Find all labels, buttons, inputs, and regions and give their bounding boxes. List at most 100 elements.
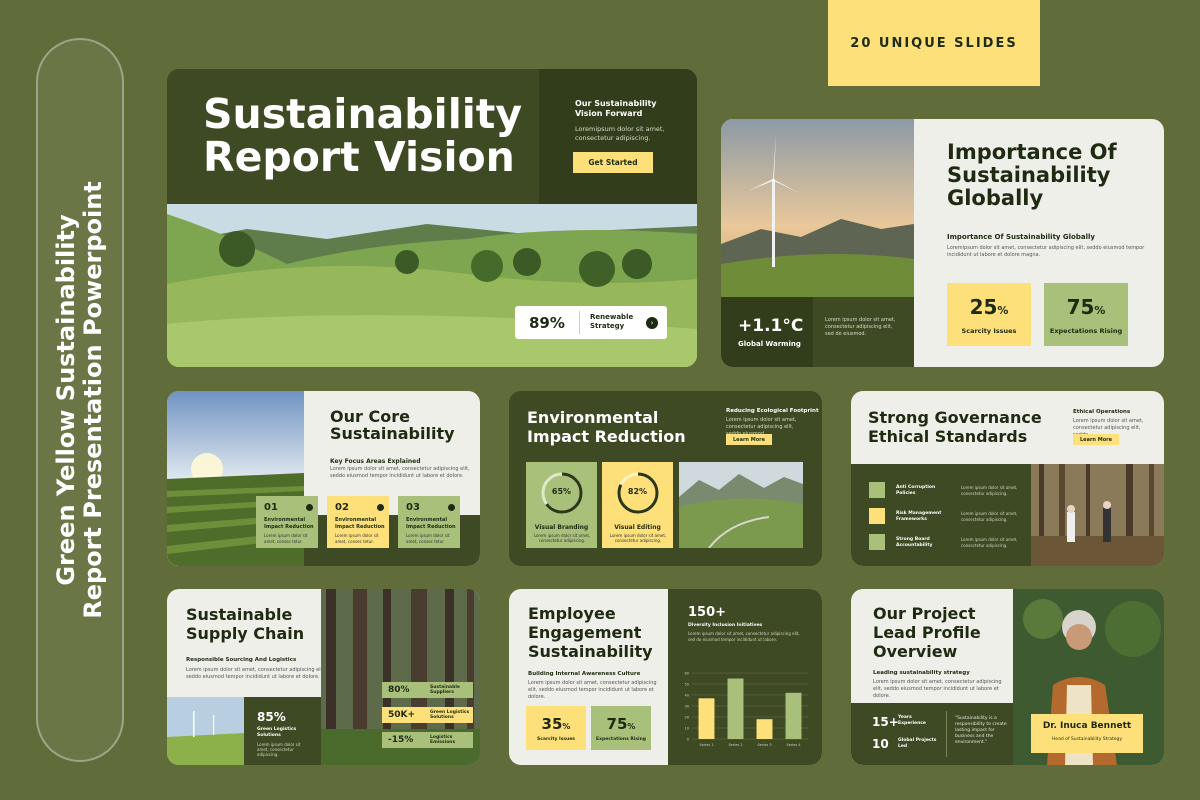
global-warming-label: Global Warming	[738, 340, 801, 348]
slide-environmental-impact-reduction[interactable]: Environmental Impact Reduction Reducing …	[509, 391, 822, 566]
slide8-body: Lorem ipsum dolor sit amet, consectetur …	[873, 679, 1002, 699]
shield-icon	[869, 482, 885, 498]
gauge-2-value: 82%	[627, 487, 648, 496]
mountain-valley-photo	[679, 462, 803, 548]
diversity-stat-body: Lorem ipsum dolor sit amet, consectetur …	[688, 631, 800, 642]
gauge-1-value: 65%	[551, 487, 572, 496]
profile-divider	[946, 711, 947, 757]
slide1-title-line-1: Sustainability	[203, 90, 523, 138]
vision-body: Loremipsum dolor sit amet, consectetur a…	[575, 125, 665, 142]
forest-cleanup-photo	[1031, 464, 1164, 566]
slide6-title: Sustainable Supply Chain	[186, 605, 305, 643]
slide2-subheading: Importance Of Sustainability Globally	[947, 233, 1095, 241]
slide5-title-line-2: Ethical Standards	[868, 427, 1028, 446]
renewable-stat-label: Renewable Strategy	[590, 313, 634, 330]
y-tick-label: 10	[685, 727, 689, 731]
diversity-stat-value: 150+	[688, 605, 727, 620]
gauge-1-body: Lorem ipsum dolor sit amet, consectetur …	[533, 533, 591, 543]
y-tick-label: 60	[685, 672, 689, 676]
side-title-line-1: Green Yellow Sustainability	[52, 214, 80, 586]
slide-strong-governance[interactable]: Strong Governance Ethical Standards Ethi…	[851, 391, 1164, 566]
focus-card-1[interactable]: 01 Environmental Impact Reduction Lorem …	[256, 496, 318, 548]
gauge-2-body: Lorem ipsum dolor sit amet, consectetur …	[609, 533, 667, 543]
focus-card-2[interactable]: 02 Environmental Impact Reduction Lorem …	[327, 496, 389, 548]
gauge-2-label: Visual Editing	[614, 524, 661, 531]
slide5-subheading: Ethical Operations	[1073, 409, 1131, 415]
risk-icon	[869, 508, 885, 524]
slide-importance-of-sustainability[interactable]: +1.1°C Global Warming Lorem ipsum dolor …	[721, 119, 1164, 367]
bar-2	[727, 678, 744, 739]
unique-slides-badge: 20 UNIQUE SLIDES	[828, 0, 1040, 86]
gauge-card-2: 82% Visual Editing Lorem ipsum dolor sit…	[602, 462, 673, 548]
wind-farm-photo	[167, 697, 244, 765]
scarcity-value: 25	[969, 294, 998, 319]
supply-stat-body: Lorem ipsum dolor sit amet, consectetur …	[257, 742, 301, 757]
focus-card-3[interactable]: 03 Environmental Impact Reduction Lorem …	[398, 496, 460, 548]
supply-stat-value: 85%	[257, 710, 286, 724]
focus-card-2-num: 02	[335, 502, 349, 513]
arrow-icon	[306, 504, 313, 511]
supply-row-2-label: Green Logistics Solutions	[428, 707, 473, 723]
gauge-1-label: Visual Branding	[534, 524, 589, 531]
supply-row-3-label: Logistics Emissions	[428, 732, 473, 748]
x-tick-label: Series 2	[728, 743, 742, 747]
global-warming-stat-box: +1.1°C Global Warming	[721, 297, 813, 367]
slide7-title: Employee Engagement Sustainability	[528, 604, 653, 661]
governance-item-1-body: Lorem ipsum dolor sit amet, consectetur …	[961, 485, 1018, 496]
profile-name-card: Dr. Inuca Bennett Head of Sustainability…	[1031, 714, 1143, 753]
profile-role: Head of Sustainability Strategy	[1051, 737, 1123, 742]
slide6-subheading: Responsible Sourcing And Logistics	[186, 657, 297, 663]
expectations-rising-stat: 75% Expectations Rising	[1044, 283, 1128, 346]
arrow-icon	[448, 504, 455, 511]
slide6-body: Lorem ipsum dolor sit amet, consectetur …	[186, 667, 326, 680]
slide1-title-line-2: Report Vision	[203, 133, 515, 181]
focus-card-1-num: 01	[264, 502, 278, 513]
slide-sustainability-report-vision[interactable]: Sustainability Report Vision Our Sustain…	[167, 69, 697, 367]
slide-employee-engagement[interactable]: Employee Engagement Sustainability Build…	[509, 589, 822, 765]
side-title: Green Yellow Sustainability Report Prese…	[52, 181, 107, 619]
chevron-right-icon[interactable]: ›	[646, 317, 658, 329]
renewable-strategy-stat: 89% Renewable Strategy ›	[515, 306, 667, 339]
y-tick-label: 20	[685, 716, 689, 720]
bar-3	[756, 719, 773, 739]
focus-card-1-label: Environmental Impact Reduction	[264, 517, 314, 530]
wind-turbine-photo	[721, 119, 914, 297]
employee-stat-2: 75% Expectations Rising	[591, 706, 651, 750]
scarcity-label: Scarcity Issues	[961, 326, 1017, 335]
slide8-title: Our Project Lead Profile Overview	[873, 604, 981, 661]
governance-item-3-body: Lorem ipsum dolor sit amet, consectetur …	[961, 537, 1018, 548]
slide5-title-line-1: Strong Governance	[868, 408, 1042, 427]
get-started-button[interactable]: Get Started	[573, 152, 653, 173]
slide-sustainable-supply-chain[interactable]: Sustainable Supply Chain Responsible Sou…	[167, 589, 480, 765]
supply-row-1-value: 80%	[382, 682, 428, 698]
global-projects-value: 10	[872, 737, 889, 751]
rolling-hills-photo	[167, 204, 697, 367]
governance-item-2-label: Risk Management Frameworks	[896, 511, 942, 522]
slide3-body: Lorem ipsum dolor sit amet, consectetur …	[330, 466, 470, 479]
governance-item-2-body: Lorem ipsum dolor sit amet, consectetur …	[961, 511, 1018, 522]
slide2-body: Loremipsum dolor sit amet, consectetur a…	[947, 245, 1145, 258]
slide1-title: Sustainability Report Vision	[203, 93, 522, 179]
focus-card-3-body: Lorem ipsum dolor sit amet, consec tetur…	[406, 533, 450, 544]
employee-bar-chart: 60 50 40 30 20 10 0 Series 1 Series 2 Series 3 Ser…	[685, 672, 808, 747]
global-warming-body: Lorem ipsum dolor sit amet, consectetur …	[825, 317, 896, 337]
employee-stat-2-unit: %	[627, 721, 636, 731]
y-tick-label: 0	[687, 738, 689, 742]
learn-more-button[interactable]: Learn More	[1073, 434, 1119, 445]
x-tick-label: Series 3	[757, 743, 771, 747]
x-tick-label: Series 4	[786, 743, 801, 747]
gauge-card-1: 65% Visual Branding Lorem ipsum dolor si…	[526, 462, 597, 548]
slide4-title: Environmental Impact Reduction	[527, 408, 686, 446]
employee-stat-2-value: 75	[606, 714, 628, 733]
slide4-subheading: Reducing Ecological Footprint	[726, 408, 819, 414]
y-tick-label: 50	[685, 683, 689, 687]
employee-chart-panel: 150+ Diversity Inclusion Initiatives Lor…	[668, 589, 822, 765]
bar-4	[785, 692, 802, 739]
learn-more-button[interactable]: Learn More	[726, 434, 772, 445]
side-title-line-2: Report Presentation Powerpoint	[79, 181, 107, 619]
slide7-subheading: Building Internal Awareness Culture	[528, 671, 641, 677]
slide-our-core-sustainability[interactable]: Our Core Sustainability Key Focus Areas …	[167, 391, 480, 566]
slide2-title: Importance Of Sustainability Globally	[947, 140, 1117, 210]
bar-1	[698, 698, 715, 739]
slide-project-lead-profile[interactable]: Our Project Lead Profile Overview Leadin…	[851, 589, 1164, 765]
